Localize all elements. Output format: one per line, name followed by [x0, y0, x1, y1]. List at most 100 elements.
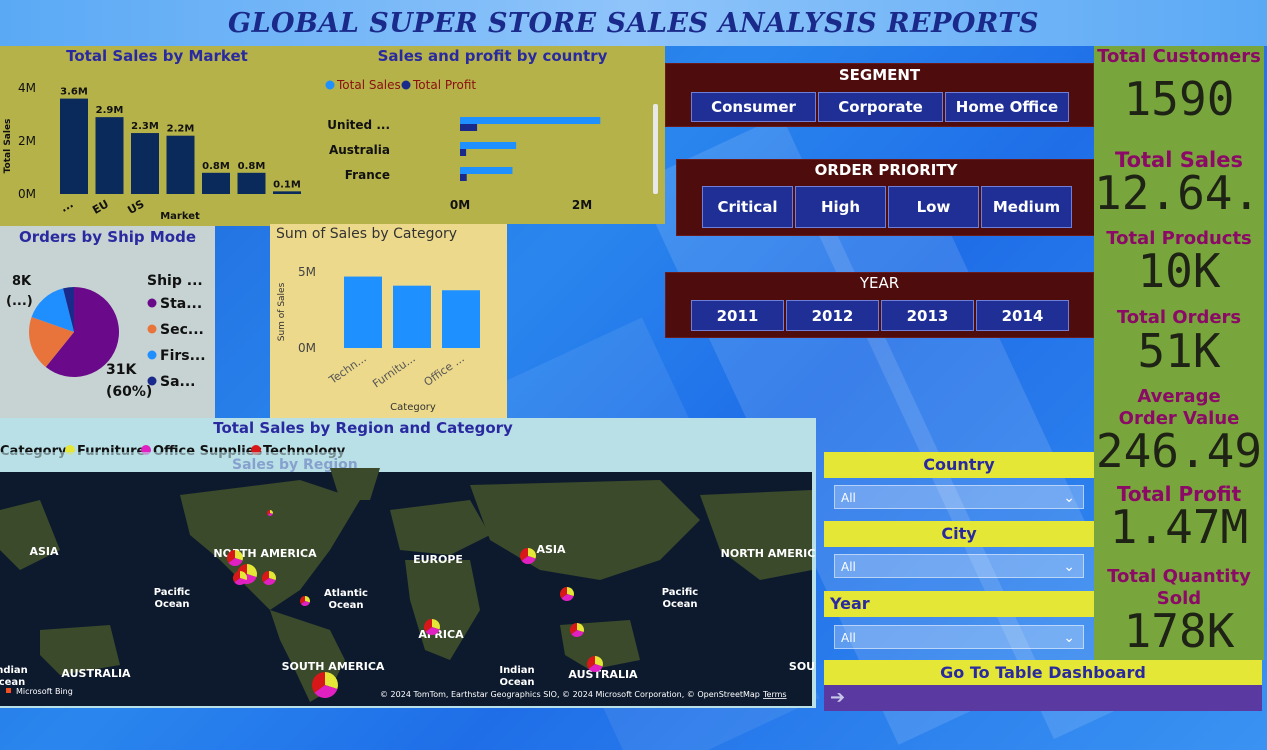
- category-bar-chart: 0M 5M Sum of Sales Techn... Furnitu... Office…: [277, 265, 480, 413]
- data-label: 3.6M: [60, 87, 88, 98]
- arrow-right-icon: ➔: [830, 687, 846, 708]
- segment-slicer-title: SEGMENT: [838, 66, 921, 84]
- data-label: 0.8M: [202, 161, 230, 172]
- year-2011-button[interactable]: 2011: [691, 300, 784, 331]
- y-axis-label: Total Sales: [3, 119, 13, 174]
- kpi-products-value: 10K: [1137, 244, 1221, 298]
- report-title-bar: GLOBAL SUPER STORE SALES ANALYSIS REPORT…: [0, 0, 1267, 46]
- legend-profit-marker: [401, 80, 411, 90]
- category-sales-chart[interactable]: Sum of Sales by Category 0M 5M Sum of Sale…: [270, 224, 507, 418]
- legend-profit-label: Total Profit: [412, 78, 476, 92]
- segment-slicer: SEGMENT Consumer Corporate Home Office: [665, 63, 1094, 127]
- country-filter-label: Country: [824, 452, 1094, 478]
- kpi-orders-value: 51K: [1137, 324, 1221, 378]
- region-category-map[interactable]: Total Sales by Region and Category Categ…: [0, 418, 816, 708]
- x-tick-label: Furnitu...: [370, 352, 417, 391]
- city-filter-dropdown[interactable]: All ⌄: [834, 554, 1084, 578]
- segment-corporate-button[interactable]: Corporate: [818, 92, 943, 122]
- category-bar: [344, 276, 382, 348]
- market-bar: [131, 133, 159, 194]
- scrollbar: [653, 104, 658, 194]
- legend-label: Firs...: [160, 348, 206, 364]
- country-filter-value: All: [841, 491, 856, 505]
- market-bar: [237, 172, 266, 194]
- legend-label: Sta...: [160, 296, 202, 312]
- map-label: AUSTRALIA: [61, 667, 131, 680]
- country-label: France: [345, 168, 390, 182]
- pie-label-big-pct: (60%): [106, 384, 152, 400]
- map-label: Ocean: [154, 599, 189, 610]
- y-axis-label: Sum of Sales: [277, 282, 287, 341]
- year-2012-button[interactable]: 2012: [786, 300, 879, 331]
- priority-medium-button[interactable]: Medium: [981, 186, 1072, 228]
- data-label: 2.9M: [96, 105, 124, 116]
- y-tick-label: 0M: [18, 187, 36, 201]
- map-copyright: © 2024 TomTom, Earthstar Geographics SIO…: [380, 690, 760, 699]
- data-label: 2.3M: [131, 121, 159, 132]
- segment-home-office-button[interactable]: Home Office: [945, 92, 1069, 122]
- chevron-down-icon: ⌄: [1063, 630, 1075, 646]
- go-to-table-dashboard-button[interactable]: Go To Table Dashboard: [824, 660, 1262, 685]
- year-2014-button[interactable]: 2014: [976, 300, 1069, 331]
- data-label: 0.8M: [238, 161, 266, 172]
- chart-title: Sales and profit by country: [377, 47, 608, 65]
- x-tick-label: Office ...: [421, 352, 466, 389]
- pie-label-big: 31K: [106, 362, 137, 378]
- map-label: NORTH AMERIC: [721, 547, 816, 560]
- kpi-sales-value: 12.64...: [1094, 166, 1267, 220]
- priority-high-button[interactable]: High: [795, 186, 886, 228]
- legend-sales-label: Total Sales: [336, 78, 401, 92]
- map-label: Ocean: [328, 600, 363, 611]
- kpi-customers-label: Total Customers: [1097, 46, 1261, 67]
- country-sales-profit-chart[interactable]: Sales and profit by country Total Sales T…: [320, 46, 665, 224]
- market-bar-chart: 0M 2M 4M Total Sales 3.6M... 2.9M EU 2.3M US 2.2M…: [3, 81, 301, 222]
- map-label: Pacific: [662, 587, 699, 598]
- ship-mode-chart[interactable]: Orders by Ship Mode 8K (...) 31K (60%) Ship …: [0, 226, 215, 418]
- market-bar: [202, 172, 230, 194]
- map-label: Ocean: [499, 677, 534, 688]
- y-tick-label: 5M: [298, 265, 316, 279]
- map-label: ndian: [0, 665, 28, 676]
- x-tick-label: US: [125, 197, 146, 217]
- country-filter-dropdown[interactable]: All ⌄: [834, 485, 1084, 509]
- market-bar: [60, 98, 88, 194]
- map-label: ASIA: [536, 543, 566, 556]
- map-terms-link: Terms: [762, 690, 787, 699]
- chart-title: Orders by Ship Mode: [18, 228, 197, 246]
- sales-bar: [460, 167, 513, 174]
- x-tick-label: 0M: [450, 198, 470, 212]
- segment-consumer-button[interactable]: Consumer: [691, 92, 816, 122]
- map-label: AUSTRALIA: [568, 668, 638, 681]
- market-bar: [166, 135, 195, 194]
- kpi-profit-value: 1.47M: [1109, 500, 1249, 554]
- legend-sales-marker: [325, 80, 335, 90]
- map-label: Indian: [499, 665, 534, 676]
- map-label: Ocean: [662, 599, 697, 610]
- ship-pie-chart: 8K (...) 31K (60%) Ship ... Sta... Sec... Firs.…: [6, 273, 206, 400]
- legend-marker: [147, 298, 157, 308]
- category-bar: [393, 285, 431, 348]
- year-2013-button[interactable]: 2013: [881, 300, 974, 331]
- kpi-aov-value: 246.49: [1095, 424, 1263, 478]
- market-sales-chart[interactable]: Total Sales by Market 0M 2M 4M Total Sales 3…: [0, 46, 320, 226]
- profit-bar: [460, 124, 478, 131]
- kpi-customers-value: 1590: [1123, 72, 1235, 126]
- y-tick-label: 0M: [298, 341, 316, 355]
- profit-bar: [460, 174, 467, 181]
- data-label: 2.2M: [167, 124, 195, 135]
- y-tick-label: 2M: [18, 134, 36, 148]
- country-bar-chart: Total Sales Total Profit United ... Austral…: [325, 78, 658, 212]
- sales-bar: [460, 117, 601, 124]
- map-label: Pacific: [154, 587, 191, 598]
- year-filter-dropdown[interactable]: All ⌄: [834, 625, 1084, 649]
- legend-marker: [147, 376, 157, 386]
- city-filter-label: City: [824, 521, 1094, 547]
- order-priority-slicer: ORDER PRIORITY Critical High Low Medium: [676, 159, 1096, 236]
- chart-title: Total Sales by Region and Category: [213, 419, 513, 437]
- navigate-arrow-button[interactable]: ➔: [824, 685, 1262, 711]
- map-label: Atlantic: [324, 588, 368, 599]
- city-filter-value: All: [841, 560, 856, 574]
- year-filter-value: All: [841, 631, 856, 645]
- priority-low-button[interactable]: Low: [888, 186, 979, 228]
- priority-critical-button[interactable]: Critical: [702, 186, 793, 228]
